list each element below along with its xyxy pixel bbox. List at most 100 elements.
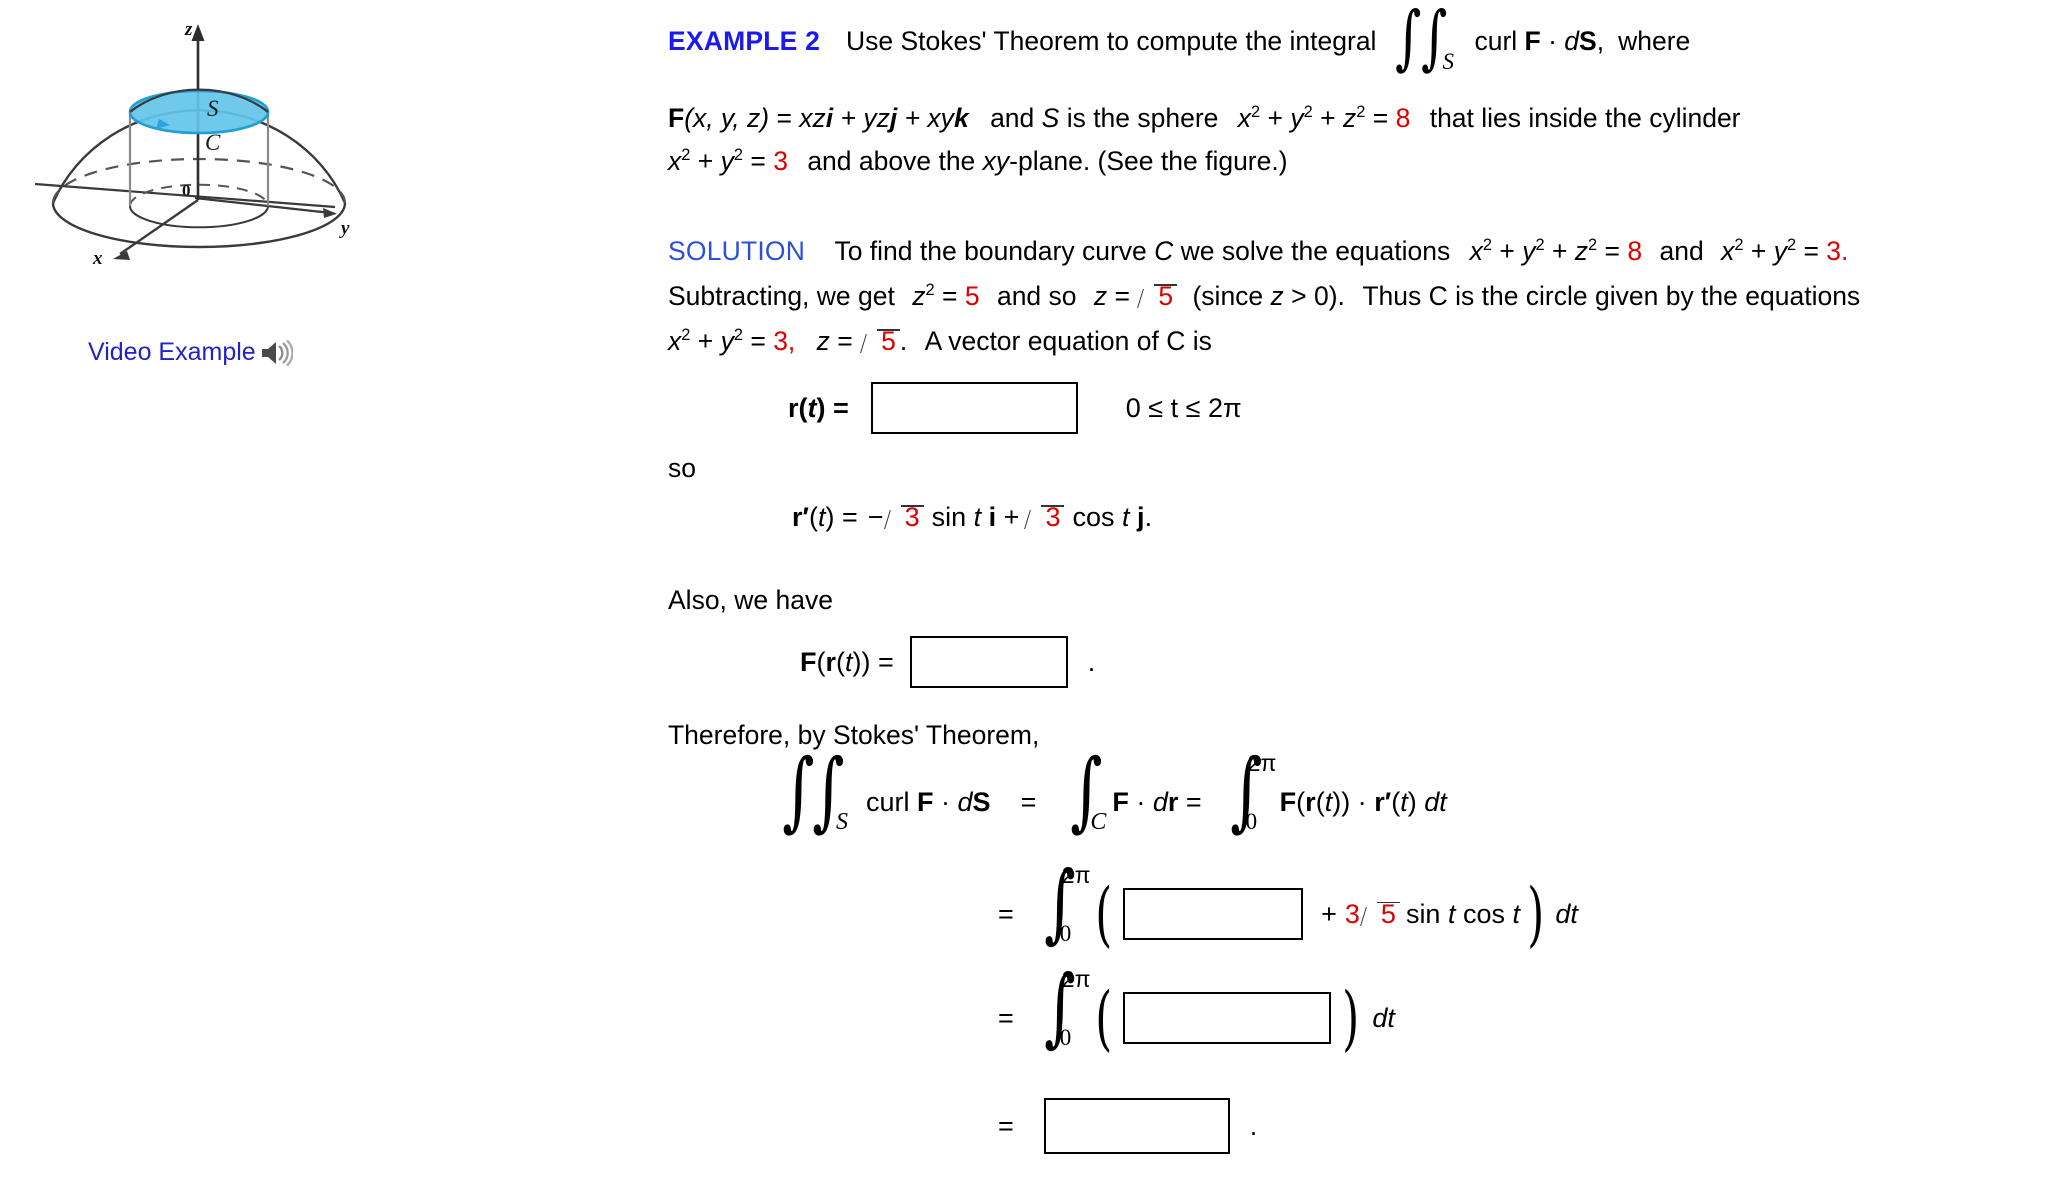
open-paren-2: ( [1094, 873, 1112, 955]
final-period: . [1249, 1110, 1258, 1141]
double-integral-symbol-2: ∫ ∫ S [782, 741, 848, 841]
cylinder-equation: x2 + y2 = 3 [668, 146, 788, 176]
example-tag: EXAMPLE 2 [668, 26, 821, 56]
integral-lower-limit-1: 0 [1245, 809, 1258, 834]
stokes-chain-line-4: = . [998, 1098, 1257, 1154]
axis-label-x: x [92, 248, 103, 269]
speaker-icon [259, 339, 294, 367]
stokes-eq-3: = [998, 1002, 1014, 1033]
final-answer-box[interactable] [1043, 1098, 1230, 1154]
sqrt-5-radical: 5 [1137, 283, 1178, 310]
rt-domain: 0 ≤ t ≤ 2π [1125, 392, 1242, 423]
frt-equation-row: F(r(t)) = . [800, 636, 1095, 688]
vector-eq-intro: A vector equation of C is [924, 326, 1212, 356]
sqrt-3-radical-1: 3 [883, 504, 924, 531]
integral-lower-limit-2: 0 [1059, 921, 1072, 946]
rprime-equation-row: r′(t) = − 3 sin t i + 3 cos t j. [792, 504, 1152, 531]
axis-label-z: z [184, 19, 193, 40]
tail-trig-2: sin t cos t [1405, 898, 1521, 929]
hemisphere-cylinder-diagram: z y x 0 S C [34, 19, 350, 269]
solution-cylinder-value: 3. [1826, 236, 1849, 266]
solution-and: and [1659, 236, 1704, 266]
frt-answer-box[interactable] [909, 636, 1068, 688]
cylinder-value: 3 [773, 146, 788, 176]
tail-coefficient-2: 3 [1344, 898, 1360, 929]
since-clause: (since z > 0). [1192, 281, 1345, 311]
axis-label-origin: 0 [182, 181, 191, 200]
circle-eq-period: . [899, 326, 908, 356]
field-rhs: xzi + yzj + xyk [799, 103, 969, 133]
frt-period: . [1087, 646, 1096, 677]
solution-line-1: SOLUTION To find the boundary curve C we… [668, 236, 2048, 266]
example-statement-a: Use Stokes' Theorem to compute the integ… [846, 26, 1377, 56]
z-eq: z = 5 [1094, 281, 1185, 311]
circle-eq-1: x2 + y2 = 3, [668, 326, 796, 356]
plane-note: and above the xy-plane. (See the figure.… [807, 146, 1288, 176]
rprime-minus: − [867, 502, 884, 532]
solution-sphere-value: 8 [1627, 236, 1643, 266]
figure-column: z y x 0 S C Video Example [0, 0, 620, 420]
integrand-answer-box-1[interactable] [1123, 888, 1304, 940]
double-integral-symbol: ∫ ∫ S [1395, 0, 1454, 78]
integrand-answer-box-2[interactable] [1123, 992, 1332, 1044]
cylinder-line: x2 + y2 = 3 and above the xy-plane. (See… [668, 146, 2048, 176]
sphere-intro: and S is the sphere [990, 103, 1219, 133]
definite-integral-symbol-1: ∫ 2π 0 [1229, 741, 1277, 841]
tail-plus-2: + [1321, 898, 1337, 929]
sqrt-5-radical-3: 5 [1360, 900, 1400, 928]
rprime-end: cos t j. [1072, 502, 1153, 532]
frt-lhs: F(r(t)) = [800, 646, 894, 677]
rt-lhs: r(t) = [788, 392, 849, 423]
tail-dt-2: dt [1555, 898, 1578, 929]
tail-dt-3: dt [1372, 1002, 1395, 1033]
solution-cylinder-eq: x2 + y2 = 3. [1721, 236, 1849, 266]
solution-line-3: x2 + y2 = 3, z = 5 . A vector equation o… [668, 326, 2048, 356]
close-paren-3: ) [1342, 977, 1360, 1059]
integral-upper-limit-2: 2π [1061, 862, 1091, 888]
open-paren-3: ( [1094, 977, 1112, 1059]
video-example-label: Video Example [88, 338, 256, 366]
circle-eq-2: z = 5 . [816, 326, 908, 356]
circle-eq-1-value: 3, [773, 326, 796, 356]
figure-label-S: S [207, 96, 219, 121]
integral-upper-limit-3: 2π [1061, 966, 1091, 992]
integral-subscript-S: S [1442, 49, 1454, 74]
stokes-rhs-body: F(r(t)) · r′(t) dt [1279, 786, 1447, 817]
integral-upper-limit-1: 2π [1247, 750, 1277, 776]
thus-c-text: Thus C is the circle given by the equati… [1362, 281, 1861, 311]
stokes-chain-line-1: ∫ ∫ S curl F · dS = ∫ C F · dr = ∫ 2π 0 … [778, 741, 1447, 841]
close-paren-2: ) [1527, 873, 1545, 955]
cylinder-intro: that lies inside the cylinder [1429, 103, 1741, 133]
axis-label-y: y [339, 218, 350, 239]
rprime-lhs: r′(t) = [792, 502, 858, 532]
therefore-label: Therefore, by Stokes' Theorem, [668, 720, 1040, 750]
stokes-eq-2: = [998, 898, 1014, 929]
integral-lower-limit-3: 0 [1059, 1025, 1072, 1050]
example-header-line: EXAMPLE 2 Use Stokes' Theorem to compute… [668, 0, 2048, 78]
rt-equation-row: r(t) = 0 ≤ t ≤ 2π [788, 382, 1242, 434]
rt-answer-box[interactable] [870, 382, 1078, 434]
stokes-lhs-body: curl F · dS [866, 786, 991, 817]
z-squared-value: 5 [964, 281, 980, 311]
field-definition-line: F(x, y, z) = xzi + yzj + xyk and S is th… [668, 103, 1741, 133]
example-statement-b: where [1618, 26, 1691, 56]
field-lhs: F [668, 103, 685, 133]
solution-sphere-eq: x2 + y2 + z2 = 8 [1469, 236, 1643, 266]
video-example-link[interactable]: Video Example [88, 338, 294, 367]
solution-line-2: Subtracting, we get z2 = 5 and so z = 5 … [668, 281, 2048, 311]
rprime-mid: sin t i + [931, 502, 1020, 532]
stokes-mid-body: F · dr = [1112, 786, 1202, 817]
integral-subscript-S-2: S [836, 809, 848, 835]
stokes-eq-4: = [998, 1110, 1014, 1141]
sphere-value: 8 [1395, 103, 1411, 133]
sqrt-5-radical-2: 5 [860, 328, 900, 355]
sphere-equation: x2 + y2 + z2 = 8 [1237, 103, 1411, 133]
stokes-theorem-figure: z y x 0 S C [34, 8, 385, 308]
solution-text-1: To find the boundary curve C we solve th… [834, 236, 1451, 266]
line-integral-symbol-C: ∫ C [1070, 741, 1107, 841]
integral-subscript-C: C [1090, 809, 1107, 835]
sqrt-3-radical-2: 3 [1024, 504, 1065, 531]
also-label: Also, we have [668, 585, 833, 615]
definite-integral-symbol-2: ∫ 2π 0 [1043, 854, 1091, 952]
and-so-text: and so [996, 281, 1077, 311]
